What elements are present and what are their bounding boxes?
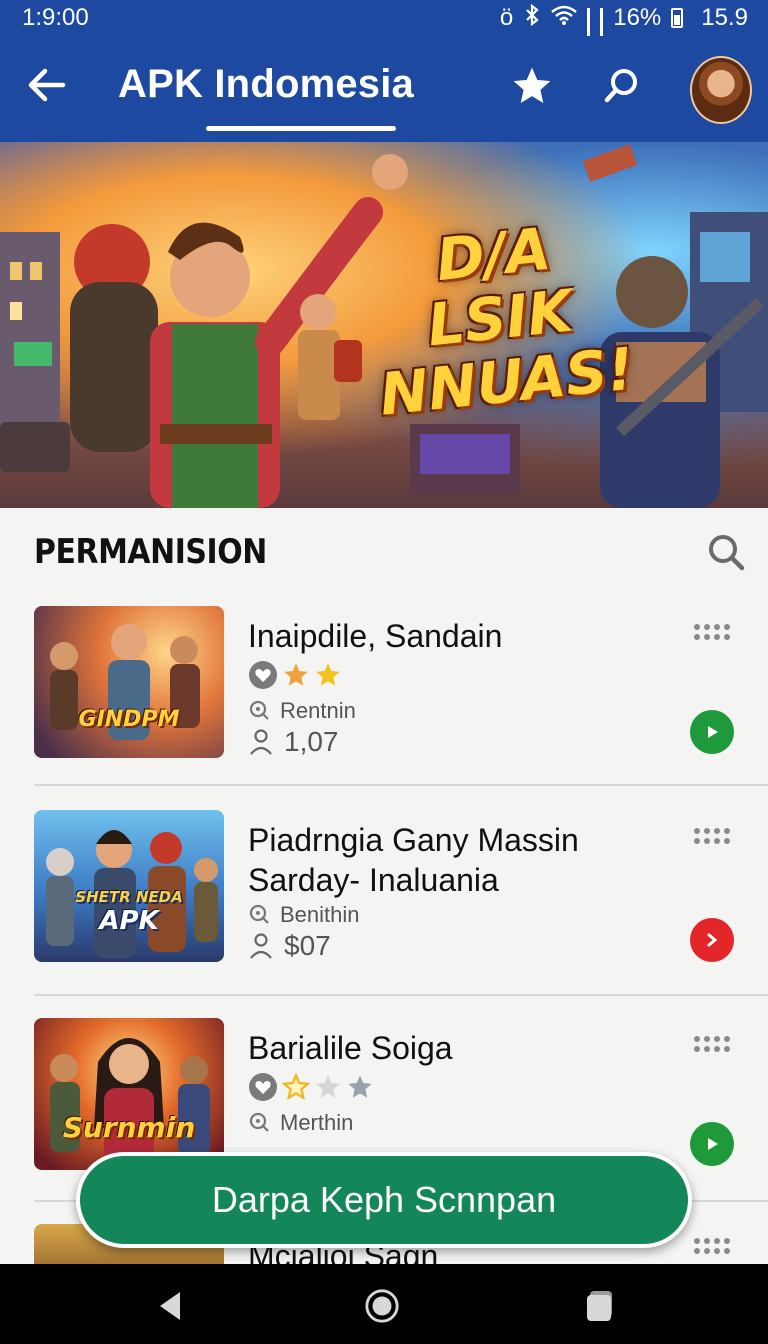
more-options-icon[interactable] bbox=[694, 828, 734, 848]
app-name: Piadrngia Gany Massin Sarday- Inaluania bbox=[248, 822, 579, 898]
thumbnail-art bbox=[50, 624, 200, 740]
price-label: $07 bbox=[284, 930, 331, 961]
list-item[interactable]: Surnmin Barialile Soiga Merthin bbox=[34, 1002, 740, 1170]
star-empty-icon bbox=[316, 1075, 340, 1098]
price-row: 1,07 bbox=[248, 726, 339, 758]
play-button[interactable] bbox=[690, 1122, 734, 1166]
title-underline bbox=[206, 126, 396, 131]
back-arrow-icon[interactable] bbox=[22, 60, 72, 110]
more-options-icon[interactable] bbox=[694, 1238, 734, 1258]
heart-badge-icon bbox=[249, 1073, 277, 1101]
category-label: Rentnin bbox=[280, 698, 356, 723]
thumbnail-art bbox=[46, 830, 218, 958]
category-label: Benithin bbox=[280, 902, 360, 927]
price-label: 1,07 bbox=[284, 726, 339, 757]
category-row: Rentnin bbox=[248, 698, 356, 724]
star-icon bbox=[316, 663, 340, 686]
status-bar: 1:9:00 ö 16% 15.9 bbox=[0, 0, 768, 56]
more-options-icon[interactable] bbox=[694, 624, 734, 644]
user-icon bbox=[250, 729, 272, 755]
section-header: PERMANISION bbox=[34, 528, 746, 578]
category-row: Benithin bbox=[248, 902, 360, 928]
rating-row bbox=[248, 660, 342, 690]
user-icon bbox=[250, 933, 272, 959]
battery-percent: 16% bbox=[613, 4, 662, 31]
status-time: 1:9:00 bbox=[22, 4, 89, 31]
more-options-icon[interactable] bbox=[694, 1036, 734, 1056]
thumbnail-title: Surnmin bbox=[62, 1111, 196, 1144]
search-icon[interactable] bbox=[598, 62, 646, 110]
list-item[interactable]: SHETR NEDA APK Piadrngia Gany Massin Sar… bbox=[34, 794, 740, 962]
category-label: Merthin bbox=[280, 1110, 354, 1135]
list-item[interactable]: GINDPM Inaipdile, Sandain Rentnin 1,07 bbox=[34, 590, 740, 758]
nav-recents-icon[interactable] bbox=[582, 1288, 618, 1324]
play-icon bbox=[708, 1138, 718, 1150]
section-search-icon[interactable] bbox=[706, 532, 746, 572]
install-button[interactable] bbox=[690, 918, 734, 962]
divider bbox=[34, 994, 768, 996]
star-empty-icon bbox=[348, 1075, 372, 1098]
status-extra: 15.9 bbox=[701, 4, 748, 31]
category-icon bbox=[249, 1112, 269, 1132]
category-icon bbox=[249, 700, 269, 720]
play-button[interactable] bbox=[690, 710, 734, 754]
heart-badge-icon bbox=[249, 661, 277, 689]
category-row: Merthin bbox=[248, 1110, 353, 1136]
app-name: Inaipdile, Sandain bbox=[248, 618, 503, 654]
thumbnail-title: GINDPM bbox=[78, 707, 180, 732]
app-thumbnail[interactable]: GINDPM bbox=[34, 606, 224, 758]
avatar[interactable] bbox=[690, 56, 752, 124]
play-icon bbox=[708, 726, 718, 738]
app-thumbnail[interactable]: SHETR NEDA APK bbox=[34, 810, 224, 962]
star-icon bbox=[282, 1073, 310, 1101]
star-icon[interactable] bbox=[508, 62, 556, 110]
price-row: $07 bbox=[248, 930, 331, 962]
battery-icon bbox=[671, 8, 684, 28]
chevron-right-icon bbox=[707, 933, 718, 947]
thumbnail-subtitle: SHETR NEDA bbox=[75, 888, 183, 906]
system-nav-bar bbox=[0, 1264, 768, 1344]
signal-icon bbox=[587, 8, 591, 56]
hero-title: D/A LSIK NNUAS! bbox=[361, 209, 640, 429]
signal-icon-2 bbox=[600, 8, 604, 56]
status-icons: ö 16% 15.9 bbox=[499, 3, 748, 56]
star-icon bbox=[284, 663, 308, 686]
app-title: APK Indomesia bbox=[118, 62, 414, 106]
nav-home-icon[interactable] bbox=[364, 1288, 400, 1324]
app-bar: APK Indomesia bbox=[0, 36, 768, 142]
app-name: Barialile Soiga bbox=[248, 1030, 453, 1066]
thumbnail-title: SHETR NEDA APK bbox=[34, 888, 224, 936]
bluetooth-icon bbox=[523, 3, 541, 33]
wifi-icon bbox=[551, 4, 578, 32]
rating-row bbox=[248, 1072, 374, 1102]
divider bbox=[34, 784, 768, 786]
category-icon bbox=[249, 904, 269, 924]
section-title: PERMANISION bbox=[34, 532, 267, 572]
hero-banner[interactable]: D/A LSIK NNUAS! bbox=[0, 142, 768, 508]
primary-action-button[interactable]: Darpa Keph Scnnpan bbox=[76, 1152, 692, 1248]
alarm-icon: ö bbox=[499, 4, 514, 31]
thumbnail-art bbox=[50, 1038, 210, 1168]
thumbnail-apk-label: APK bbox=[99, 906, 159, 936]
app-thumbnail[interactable]: Surnmin bbox=[34, 1018, 224, 1170]
nav-back-icon[interactable] bbox=[152, 1288, 188, 1324]
